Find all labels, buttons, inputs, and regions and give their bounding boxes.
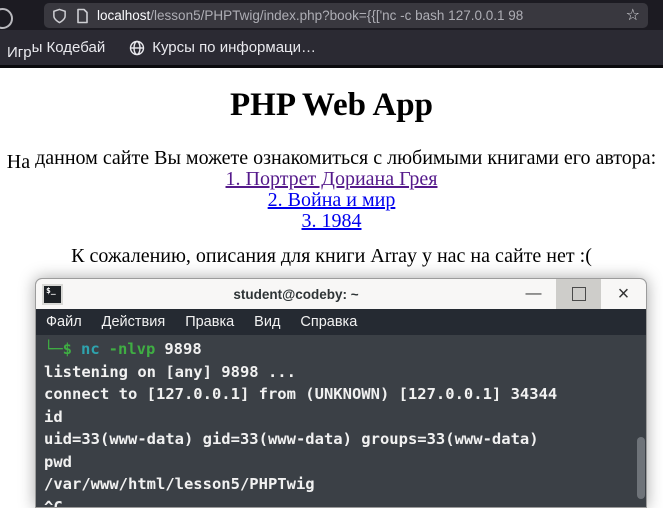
address-bar[interactable]: localhost/lesson5/PHPTwig/index.php?book… [44,3,648,28]
menu-actions[interactable]: Действия [92,314,176,330]
window-controls: — × [511,279,646,309]
terminal-line: pwd [44,452,72,471]
terminal-line: ^C [44,497,63,508]
command-arg: 9898 [164,340,202,358]
terminal-scrollbar-thumb[interactable] [637,437,645,499]
terminal-menubar: Файл Действия Правка Вид Справка [36,309,646,335]
terminal-line: listening on [any] 9898 ... [44,362,296,381]
menu-file[interactable]: Файл [36,314,92,330]
terminal-title: student@codeby: ~ [233,286,359,302]
terminal-line: /var/www/html/lesson5/PHPTwig [44,475,315,493]
terminal-line: connect to [127.0.0.1] from (UNKNOWN) [1… [44,385,558,403]
terminal-line: uid=33(www-data) gid=33(www-data) groups… [44,430,539,448]
terminal-titlebar[interactable]: $_ student@codeby: ~ — × [36,279,646,309]
partial-extension-icon [0,8,13,29]
terminal-window: $_ student@codeby: ~ — × Файл Действия П… [35,278,647,508]
intro-first-word: На [6,151,31,173]
globe-icon [130,40,145,55]
command-flags: -nlvp [108,340,156,358]
menu-help[interactable]: Справка [290,314,367,330]
terminal-line: id [44,407,63,426]
bookmark-item-courses[interactable]: Курсы по информаци… [152,39,316,56]
maximize-icon [571,287,586,301]
bookmark-label-part2: ы Кодебай [31,39,106,56]
terminal-app-icon: $_ [42,283,63,305]
bookmark-star-icon[interactable]: ☆ [626,7,640,24]
menu-view[interactable]: Вид [244,314,290,330]
command-nc: nc [81,340,100,358]
maximize-button[interactable] [556,279,601,309]
menu-edit[interactable]: Правка [175,314,244,330]
book-link-1[interactable]: 1. Портрет Дориана Грея [0,169,663,190]
url-text[interactable]: localhost/lesson5/PHPTwig/index.php?book… [97,8,618,23]
intro-text: На данном сайте Вы можете ознакомиться с… [0,147,663,173]
bookmarks-bar: Игры Кодебай Курсы по информаци… [0,30,663,68]
shield-icon [53,8,66,23]
book-links: 1. Портрет Дориана Грея 2. Война и мир 3… [0,169,663,232]
url-fade [591,8,618,23]
page-title: PHP Web App [230,87,433,123]
intro-rest: данном сайте Вы можете ознакомиться с лю… [30,147,657,169]
bookmark-item-codeby[interactable]: Игры Кодебай [7,39,106,61]
close-button[interactable]: × [601,279,646,309]
prompt-line: └─$ nc -nlvp 9898 [44,338,638,361]
book-link-2[interactable]: 2. Война и мир [0,190,663,211]
book-link-3[interactable]: 3. 1984 [0,211,663,232]
prompt-symbol: └─$ [44,340,72,358]
page-info-icon[interactable] [75,8,89,24]
url-path: /lesson5/PHPTwig/index.php?book={{['nc -… [150,8,524,23]
url-host: localhost [97,8,151,23]
no-description-message: К сожалению, описания для книги Array у … [71,245,592,267]
terminal-output[interactable]: └─$ nc -nlvp 9898 listening on [any] 9898 .… [36,335,646,507]
minimize-button[interactable]: — [511,279,556,309]
bookmark-label-part1: Игр [7,44,32,61]
browser-toolbar: localhost/lesson5/PHPTwig/index.php?book… [0,0,663,30]
